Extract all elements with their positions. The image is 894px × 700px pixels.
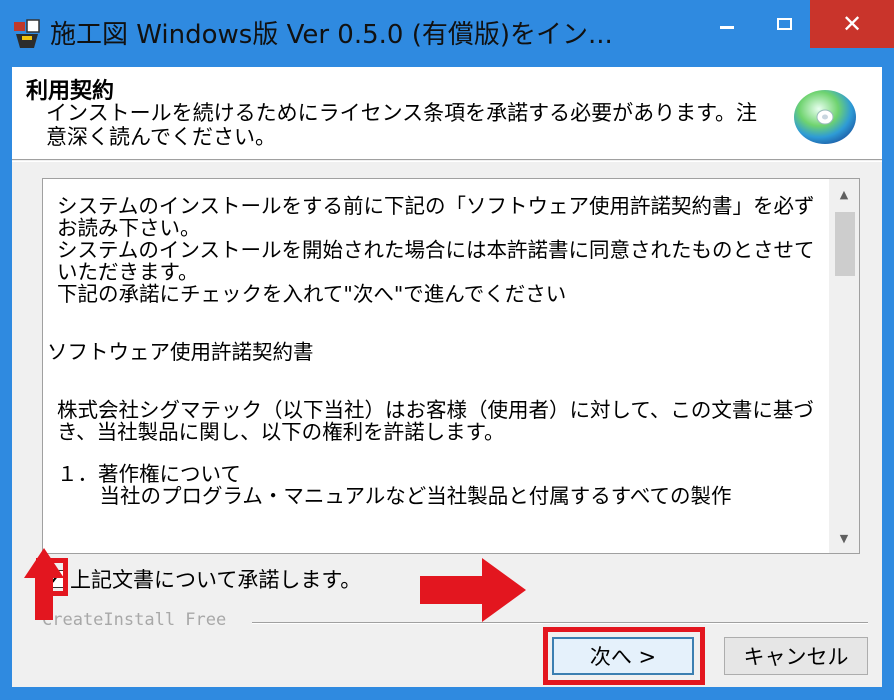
license-section-heading: １．著作権について xyxy=(57,462,241,486)
maximize-button[interactable] xyxy=(758,0,810,48)
close-icon: ✕ xyxy=(841,10,863,38)
license-paragraph: システムのインストールをする前に下記の「ソフトウェア使用許諾契約書」を必ずお読み… xyxy=(57,194,815,240)
scroll-thumb[interactable] xyxy=(835,212,855,276)
license-paragraph: 当社のプログラム・マニュアルなど当社製品と付属するすべての製作 xyxy=(79,484,732,508)
chevron-up-icon: ▲ xyxy=(839,187,849,201)
minimize-button[interactable] xyxy=(696,0,758,48)
up-arrow-annotation-icon xyxy=(24,548,64,620)
license-paragraph: 株式会社シグマテック（以下当社）はお客様（使用者）に対して、この文書に基づき、当… xyxy=(57,398,814,444)
scroll-up-button[interactable]: ▲ xyxy=(829,179,859,209)
close-button[interactable]: ✕ xyxy=(810,0,894,48)
next-button-highlight-annotation xyxy=(543,627,705,685)
installer-window: 施工図 Windows版 Ver 0.5.0 (有償版)をイン... ✕ 利用契… xyxy=(0,0,894,700)
page-header: 利用契約 インストールを続けるためにライセンス条項を承諾する必要があります。注意… xyxy=(12,67,882,160)
scroll-down-button[interactable]: ▼ xyxy=(829,523,859,553)
license-paragraph: 下記の承諾にチェックを入れて"次へ"で進んでください xyxy=(57,282,567,306)
license-content: システムのインストールをする前に下記の「ソフトウェア使用許諾契約書」を必ずお読み… xyxy=(47,194,829,508)
header-divider xyxy=(12,161,882,162)
branding-label: CreateInstall Free xyxy=(42,610,227,630)
chevron-down-icon: ▼ xyxy=(839,531,849,545)
window-title: 施工図 Windows版 Ver 0.5.0 (有償版)をイン... xyxy=(50,20,613,50)
cancel-button[interactable]: キャンセル xyxy=(724,637,868,675)
page-description: インストールを続けるためにライセンス条項を承諾する必要があります。注意深く読んで… xyxy=(46,101,758,149)
license-paragraph: システムのインストールを開始された場合には本許諾書に同意されたものとさせていただ… xyxy=(57,238,815,284)
license-scrollbar[interactable]: ▲ ▼ xyxy=(829,179,859,553)
agree-row[interactable]: ✔ 上記文書について承諾します。 xyxy=(42,564,361,594)
minimize-icon xyxy=(720,25,734,29)
license-text-area[interactable]: システムのインストールをする前に下記の「ソフトウェア使用許諾契約書」を必ずお読み… xyxy=(42,178,860,554)
title-bar[interactable]: 施工図 Windows版 Ver 0.5.0 (有償版)をイン... ✕ xyxy=(0,0,894,67)
footer-divider xyxy=(252,622,868,624)
installer-app-icon xyxy=(14,19,40,48)
license-heading: ソフトウェア使用許諾契約書 xyxy=(47,340,314,364)
cd-disc-icon xyxy=(794,90,856,144)
agree-label[interactable]: 上記文書について承諾します。 xyxy=(70,564,361,594)
maximize-icon xyxy=(776,18,792,30)
right-arrow-annotation-icon xyxy=(420,558,526,622)
